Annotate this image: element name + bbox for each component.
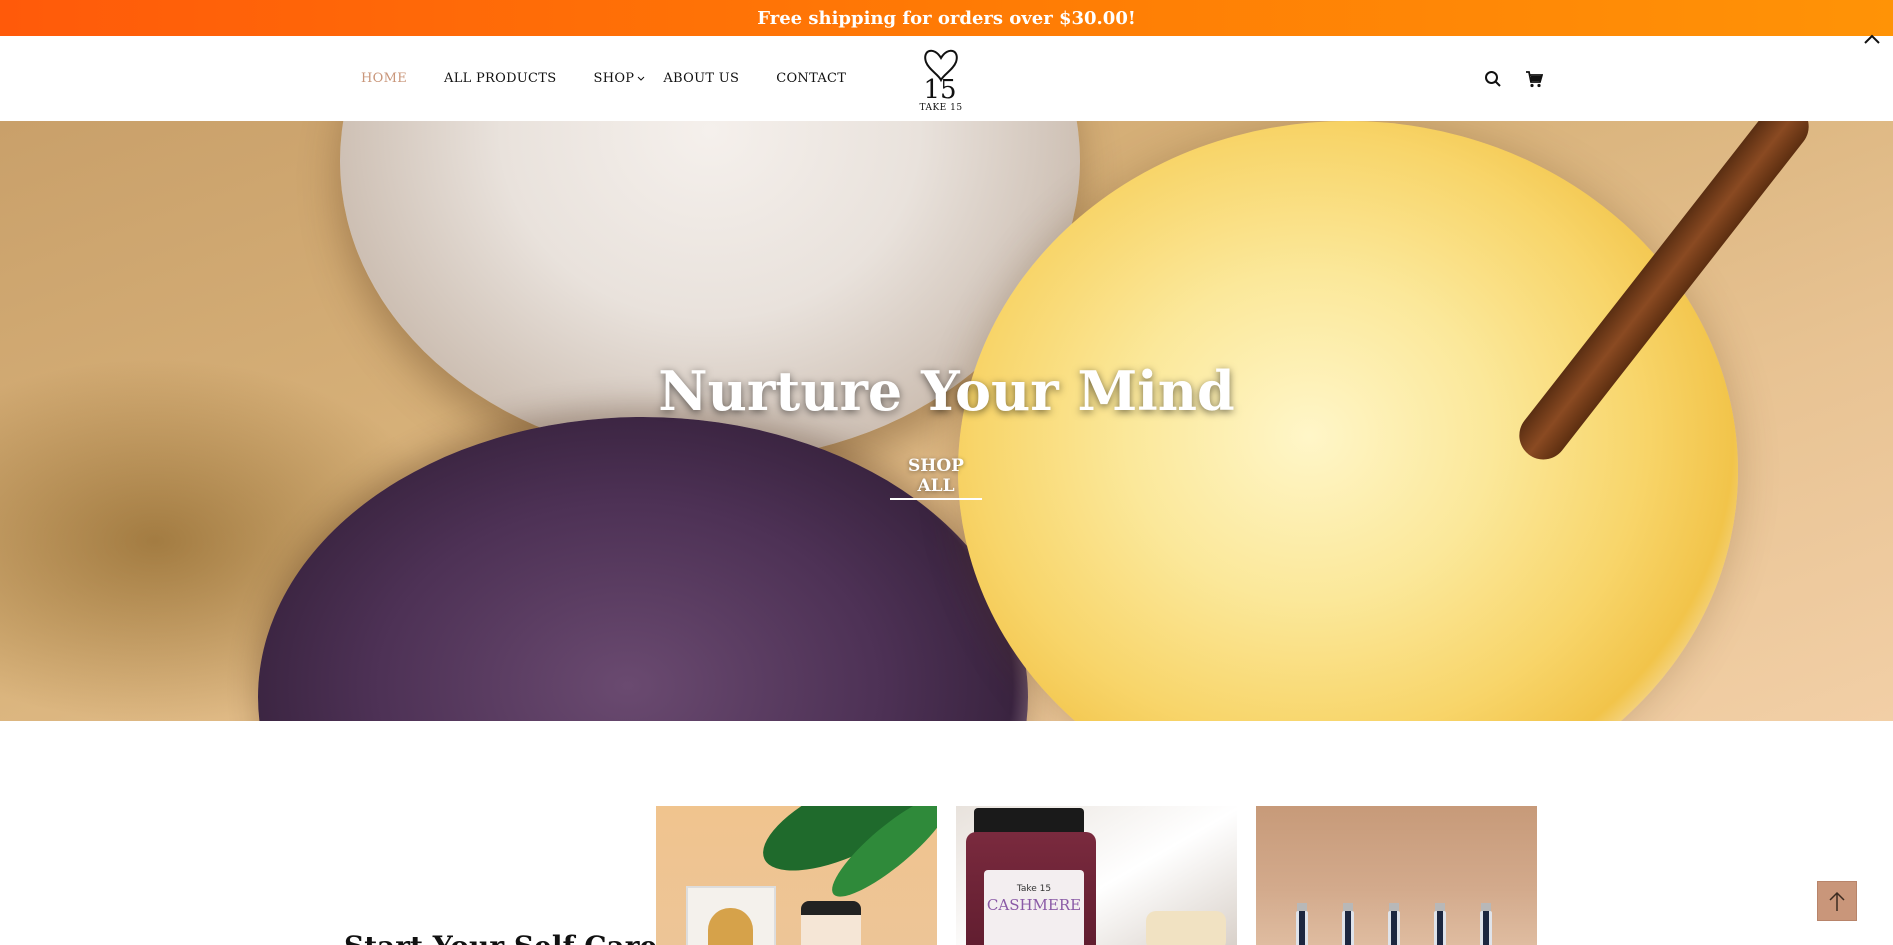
nav-shop-label: SHOP xyxy=(593,71,635,86)
cart-icon xyxy=(1526,71,1543,88)
perfume-bottle-graphic xyxy=(1434,903,1446,945)
jar-body-graphic: Take 15 CASHMERE xyxy=(966,832,1096,945)
nav-about-us-label: ABOUT US xyxy=(663,71,740,86)
shop-all-link[interactable]: SHOP ALL xyxy=(890,456,982,500)
back-to-top-button[interactable] xyxy=(1817,881,1857,921)
main-nav: HOME ALL PRODUCTS SHOP ABOUT US CONTACT xyxy=(361,36,883,121)
hero-title: Nurture Your Mind xyxy=(658,359,1235,423)
search-button[interactable] xyxy=(1483,69,1503,89)
chevron-down-icon xyxy=(637,76,645,82)
jar-label: Take 15 CASHMERE xyxy=(984,870,1084,945)
site-logo[interactable]: 15 TAKE 15 xyxy=(915,44,967,114)
search-icon xyxy=(1485,71,1501,87)
arrow-up-icon xyxy=(1829,891,1845,911)
nav-shop[interactable]: SHOP xyxy=(593,71,645,86)
collapse-announcement-button[interactable] xyxy=(1861,30,1883,48)
category-card-3[interactable] xyxy=(1256,806,1537,945)
logo-text: TAKE 15 xyxy=(919,103,963,113)
jar-label-name: CASHMERE xyxy=(986,896,1082,914)
chevron-up-icon xyxy=(1864,34,1880,44)
jar-label-brand: Take 15 xyxy=(1016,884,1052,894)
svg-text:15: 15 xyxy=(923,75,956,102)
product-tub-graphic xyxy=(801,901,861,945)
perfume-bottle-graphic xyxy=(1296,903,1308,945)
perfume-bottle-graphic xyxy=(1342,903,1354,945)
site-header: HOME ALL PRODUCTS SHOP ABOUT US CONTACT … xyxy=(0,36,1893,121)
nav-home-label: HOME xyxy=(361,71,407,86)
nav-home[interactable]: HOME xyxy=(361,71,407,86)
frame-cutout-graphic xyxy=(708,908,753,945)
announcement-bar: Free shipping for orders over $30.00! xyxy=(0,0,1893,36)
perfume-bottle-graphic xyxy=(1480,903,1492,945)
cart-button[interactable] xyxy=(1524,69,1544,89)
nav-about-us[interactable]: ABOUT US xyxy=(663,71,739,86)
hero-banner: Nurture Your Mind SHOP ALL xyxy=(0,121,1893,721)
nav-all-products-label: ALL PRODUCTS xyxy=(444,71,557,86)
category-card-1[interactable] xyxy=(656,806,937,945)
nav-all-products[interactable]: ALL PRODUCTS xyxy=(444,71,556,86)
nav-contact[interactable]: CONTACT xyxy=(776,71,846,86)
perfume-bottle-graphic xyxy=(1388,903,1400,945)
product-frame-graphic xyxy=(686,886,776,945)
section-title: Start Your Self Care xyxy=(344,930,657,945)
nav-contact-label: CONTACT xyxy=(776,71,847,86)
soap-bar-graphic xyxy=(1146,911,1226,945)
announcement-text: Free shipping for orders over $30.00! xyxy=(757,7,1136,29)
logo-mark-icon: 15 xyxy=(923,49,958,102)
category-card-2[interactable]: Take 15 CASHMERE xyxy=(956,806,1237,945)
